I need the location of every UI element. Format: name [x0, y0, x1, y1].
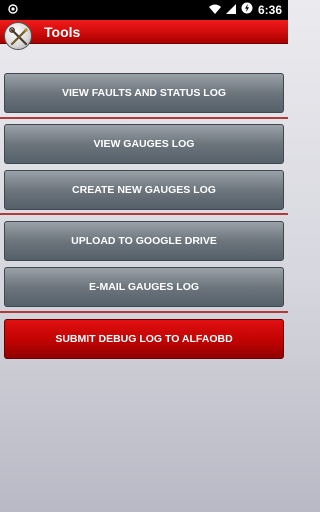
notification-dot-icon	[8, 1, 18, 19]
submit-debug-log-button[interactable]: SUBMIT DEBUG LOG TO ALFAOBD	[4, 319, 284, 359]
signal-icon	[225, 1, 236, 19]
wifi-icon	[208, 1, 221, 19]
status-time: 6:36	[257, 3, 282, 17]
upload-to-google-drive-button[interactable]: UPLOAD TO GOOGLE DRIVE	[4, 221, 284, 261]
battery-charging-icon	[241, 1, 253, 19]
status-bar: 6:36	[0, 0, 288, 20]
section-divider	[0, 117, 288, 119]
email-gauges-log-button[interactable]: E-MAIL GAUGES LOG	[4, 267, 284, 307]
wrench-screwdriver-logo-icon[interactable]	[4, 22, 32, 50]
page-title: Tools	[44, 24, 81, 40]
view-faults-and-status-log-button[interactable]: VIEW FAULTS AND STATUS LOG	[4, 73, 284, 113]
view-gauges-log-button[interactable]: VIEW GAUGES LOG	[4, 124, 284, 164]
create-new-gauges-log-button[interactable]: CREATE NEW GAUGES LOG	[4, 170, 284, 210]
section-divider	[0, 213, 288, 215]
section-divider	[0, 311, 288, 313]
